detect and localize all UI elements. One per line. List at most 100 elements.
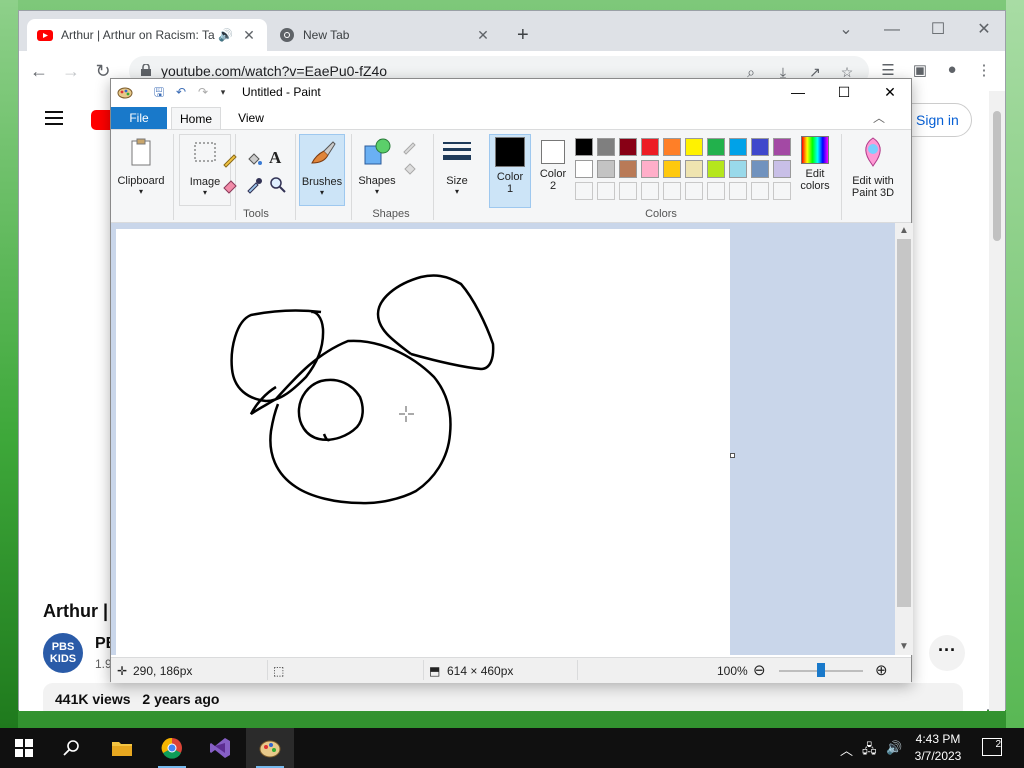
palette-swatch[interactable]	[685, 160, 703, 178]
palette-swatch[interactable]	[597, 160, 615, 178]
palette-swatch[interactable]	[663, 182, 681, 200]
color-picker-icon[interactable]	[245, 176, 263, 194]
close-tab-icon[interactable]: ✕	[241, 27, 257, 44]
start-button[interactable]	[0, 728, 48, 768]
palette-swatch[interactable]	[685, 138, 703, 156]
clipboard-button[interactable]: Clipboard ▾	[115, 134, 167, 206]
collapse-ribbon-icon[interactable]: ︿	[873, 109, 885, 126]
palette-swatch[interactable]	[751, 160, 769, 178]
palette-swatch[interactable]	[685, 182, 703, 200]
close-tab-icon[interactable]: ✕	[475, 27, 491, 44]
taskbar-paint[interactable]	[246, 728, 294, 768]
volume-icon[interactable]: 🔊	[886, 740, 902, 756]
fill-icon[interactable]	[401, 160, 419, 178]
zoom-in-icon[interactable]: ⊕	[875, 661, 888, 679]
zoom-slider-thumb[interactable]	[817, 663, 825, 677]
side-panel-icon[interactable]: ▣	[909, 61, 931, 79]
palette-swatch[interactable]	[729, 138, 747, 156]
edit-colors-button[interactable]: Edit colors	[791, 134, 839, 206]
menu-dots-icon[interactable]: ⋮	[973, 61, 995, 79]
pencil-icon[interactable]	[221, 150, 239, 168]
scrollbar-thumb[interactable]	[897, 239, 911, 607]
palette-swatch[interactable]	[619, 138, 637, 156]
palette-swatch[interactable]	[597, 138, 615, 156]
maximize-button[interactable]: ☐	[915, 15, 961, 45]
minimize-button[interactable]: —	[869, 15, 915, 45]
size-button[interactable]: Size ▾	[435, 134, 479, 206]
page-scrollbar[interactable]	[989, 91, 1005, 711]
palette-swatch[interactable]	[751, 182, 769, 200]
notification-center-icon[interactable]: 2	[982, 738, 1002, 756]
color2-button[interactable]: Color 2	[533, 134, 573, 206]
network-icon[interactable]: 🖧	[862, 740, 877, 762]
scroll-up-icon[interactable]: ▲	[895, 225, 913, 236]
palette-swatch[interactable]	[707, 160, 725, 178]
profile-icon[interactable]: ●	[941, 61, 963, 78]
undo-icon[interactable]: ↶	[173, 84, 189, 100]
scroll-down-icon[interactable]: ▼	[895, 641, 913, 652]
paint3d-button[interactable]: Edit with Paint 3D	[845, 134, 901, 206]
palette-swatch[interactable]	[773, 138, 791, 156]
palette-swatch[interactable]	[707, 138, 725, 156]
outline-icon[interactable]	[401, 138, 419, 156]
color1-button[interactable]: Color 1	[489, 134, 531, 208]
palette-swatch[interactable]	[729, 160, 747, 178]
palette-swatch[interactable]	[575, 160, 593, 178]
new-tab-button[interactable]: +	[517, 25, 529, 45]
shapes-button[interactable]: Shapes ▾	[351, 134, 403, 206]
close-window-button[interactable]: ✕	[961, 15, 1007, 45]
palette-swatch[interactable]	[575, 182, 593, 200]
speaker-icon[interactable]: 🔊	[218, 28, 233, 42]
palette-swatch[interactable]	[773, 160, 791, 178]
eraser-icon[interactable]	[221, 176, 239, 194]
palette-swatch[interactable]	[707, 182, 725, 200]
paint-close-button[interactable]: ✕	[867, 79, 913, 105]
save-icon[interactable]: 🖫	[151, 84, 167, 100]
palette-swatch[interactable]	[641, 182, 659, 200]
tab-search-icon[interactable]: ⌄	[823, 15, 869, 45]
palette-swatch[interactable]	[641, 138, 659, 156]
palette-swatch[interactable]	[773, 182, 791, 200]
paint-maximize-button[interactable]: ☐	[821, 79, 867, 105]
magnifier-icon[interactable]	[269, 176, 287, 194]
brushes-button[interactable]: Brushes ▾	[299, 134, 345, 206]
tab-view[interactable]: View	[229, 107, 273, 129]
palette-swatch[interactable]	[575, 138, 593, 156]
canvas-resize-handle[interactable]	[730, 453, 735, 458]
palette-swatch[interactable]	[619, 160, 637, 178]
taskbar-visual-studio[interactable]	[196, 728, 244, 768]
palette-swatch[interactable]	[663, 160, 681, 178]
reading-list-icon[interactable]: ☰	[877, 61, 899, 79]
redo-icon[interactable]: ↷	[195, 84, 211, 100]
tab-new-tab[interactable]: New Tab ✕	[269, 19, 501, 51]
show-hidden-icons-icon[interactable]: ︿	[840, 740, 853, 759]
description-box[interactable]: 441K views 2 years ago	[43, 683, 963, 711]
tab-home[interactable]: Home	[171, 107, 221, 129]
palette-swatch[interactable]	[597, 182, 615, 200]
system-clock[interactable]: 4:43 PM 3/7/2023	[906, 731, 970, 765]
channel-avatar[interactable]: PBS KIDS	[43, 633, 83, 673]
palette-swatch[interactable]	[751, 138, 769, 156]
taskbar-file-explorer[interactable]	[98, 728, 146, 768]
file-menu-button[interactable]: File	[111, 107, 167, 129]
palette-swatch[interactable]	[641, 160, 659, 178]
forward-icon[interactable]: →	[59, 59, 83, 83]
image-button[interactable]: Image ▾	[179, 134, 231, 206]
fill-bucket-icon[interactable]	[245, 150, 263, 168]
more-actions-icon[interactable]: ···	[929, 635, 965, 671]
scrollbar-thumb[interactable]	[993, 111, 1001, 241]
paint-minimize-button[interactable]: —	[775, 79, 821, 105]
customize-toolbar-icon[interactable]: ▾	[215, 84, 231, 100]
tab-youtube[interactable]: Arthur | Arthur on Racism: Ta 🔊 ✕	[27, 19, 267, 51]
back-icon[interactable]: ←	[27, 59, 51, 83]
palette-swatch[interactable]	[619, 182, 637, 200]
canvas-vertical-scrollbar[interactable]: ▲ ▼	[895, 223, 913, 655]
palette-swatch[interactable]	[663, 138, 681, 156]
hamburger-menu-icon[interactable]	[45, 111, 63, 125]
text-tool-icon[interactable]: A	[269, 148, 287, 167]
taskbar-chrome[interactable]	[148, 728, 196, 768]
drawing-canvas[interactable]	[116, 229, 730, 655]
palette-swatch[interactable]	[729, 182, 747, 200]
search-button[interactable]	[48, 728, 96, 768]
zoom-out-icon[interactable]: ⊖	[753, 661, 766, 679]
